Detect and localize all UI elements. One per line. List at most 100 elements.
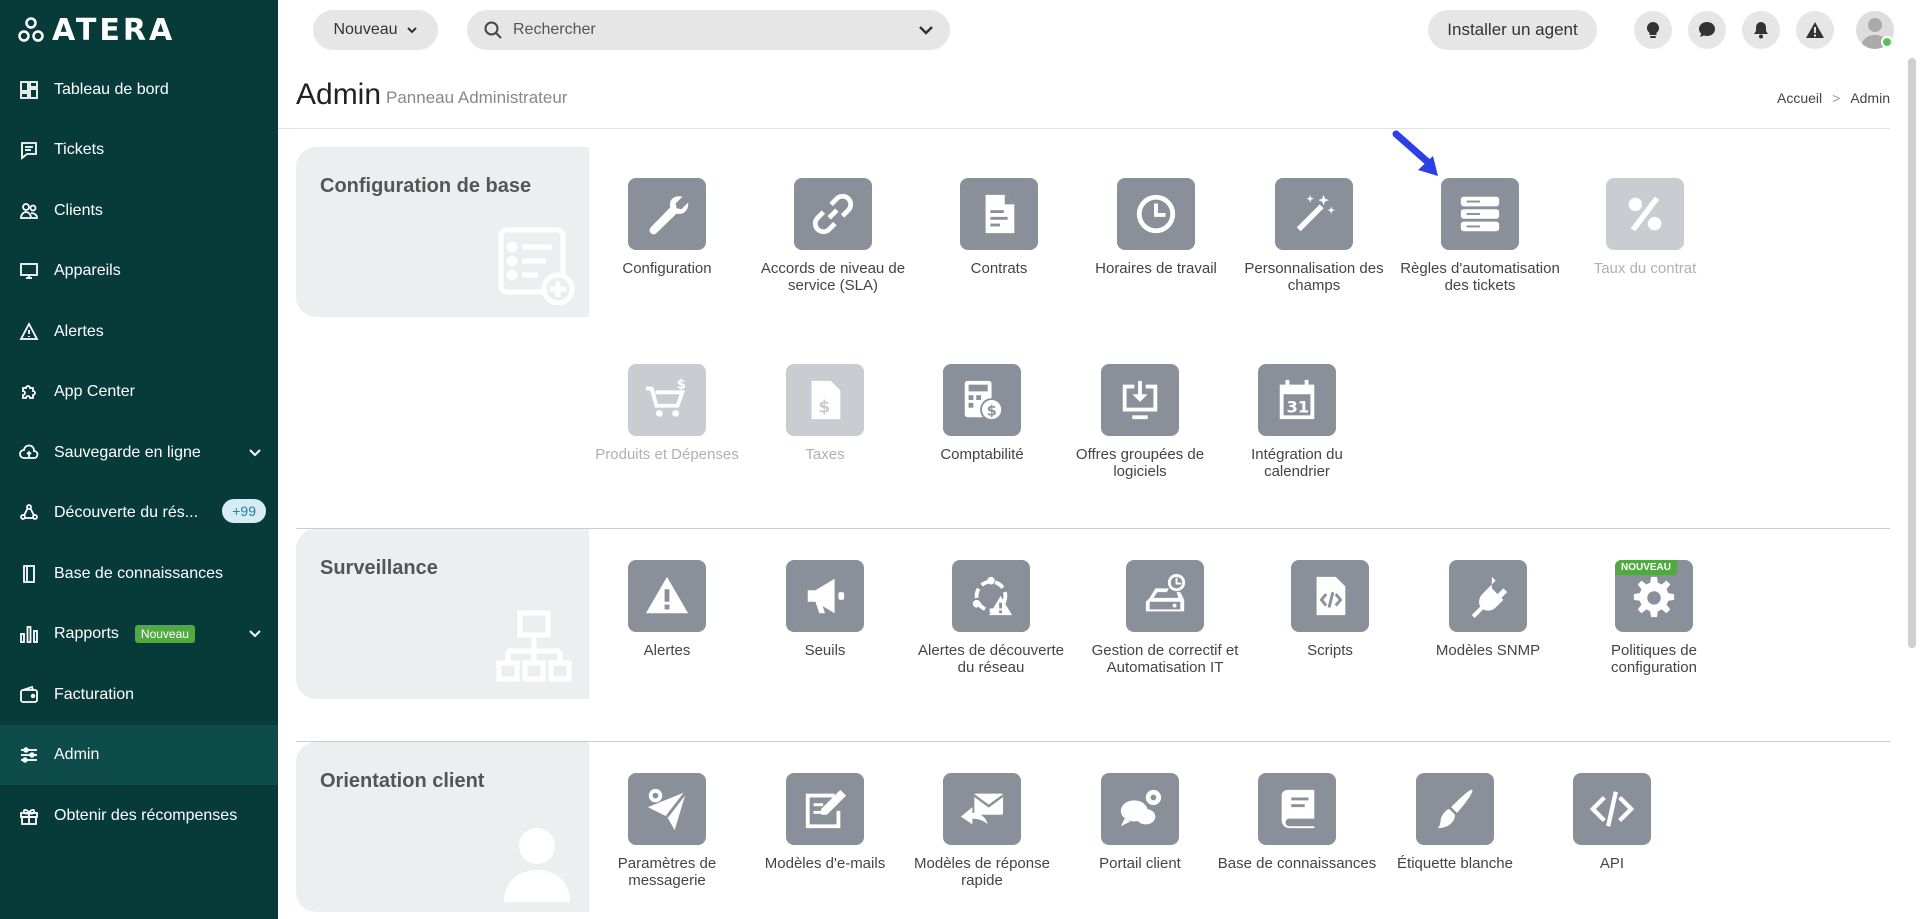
chevron-down-icon[interactable] [918, 23, 934, 37]
sidebar-item-clients[interactable]: Clients [0, 181, 278, 241]
tile-label: Base de connaissances [1217, 855, 1377, 872]
tile-client-portal[interactable]: Portail client [1060, 773, 1220, 872]
sidebar-item-devices[interactable]: Appareils [0, 241, 278, 301]
tile-field-customization[interactable]: Personnalisation des champs [1234, 178, 1394, 294]
tile-work-hours[interactable]: Horaires de travail [1076, 178, 1236, 277]
warning-icon [18, 321, 40, 343]
tile-sla[interactable]: Accords de niveau de service (SLA) [753, 178, 913, 294]
notifications-button[interactable] [1742, 11, 1780, 49]
tile-snmp-templates[interactable]: Modèles SNMP [1408, 560, 1568, 659]
tile-accounting[interactable]: $ Comptabilité [902, 364, 1062, 463]
tile-label: Seuils [804, 642, 846, 659]
edit-form-icon [786, 773, 864, 845]
search-input[interactable]: Rechercher [467, 10, 950, 50]
section-title: Surveillance [320, 557, 438, 579]
sidebar-item-label: Admin [54, 746, 100, 763]
tile-taxes[interactable]: $ Taxes [745, 364, 905, 463]
sidebar-item-dashboard[interactable]: Tableau de bord [0, 60, 278, 120]
warning-icon [628, 560, 706, 632]
tile-thresholds[interactable]: Seuils [745, 560, 905, 659]
tile-alerts[interactable]: Alertes [587, 560, 747, 659]
tile-label: Configuration [622, 260, 712, 277]
svg-text:$: $ [987, 403, 997, 419]
alerts-button[interactable] [1796, 11, 1834, 49]
sidebar-item-billing[interactable]: Facturation [0, 665, 278, 725]
tile-calendar-integration[interactable]: 31 Intégration du calendrier [1217, 364, 1377, 480]
sidebar-item-admin[interactable]: Admin [0, 725, 278, 785]
tile-label: Horaires de travail [1095, 260, 1217, 277]
lightbulb-button[interactable] [1634, 11, 1672, 49]
server-stack-icon [1441, 178, 1519, 250]
tile-contract-rate[interactable]: Taux du contrat [1565, 178, 1725, 277]
tile-network-discovery-alerts[interactable]: Alertes de découverte du réseau [911, 560, 1071, 676]
count-badge: +99 [222, 499, 266, 523]
network-tree-icon [496, 609, 572, 692]
wrench-icon [628, 178, 706, 250]
tile-scripts[interactable]: Scripts [1250, 560, 1410, 659]
tile-software-bundles[interactable]: Offres groupées de logiciels [1060, 364, 1220, 480]
download-monitor-icon [1101, 364, 1179, 436]
chevron-down-icon[interactable] [248, 626, 264, 642]
chat-button[interactable] [1688, 11, 1726, 49]
plug-icon [1449, 560, 1527, 632]
svg-text:$: $ [818, 397, 830, 417]
wallet-icon [18, 684, 40, 706]
tile-configuration[interactable]: Configuration [587, 178, 747, 277]
sidebar-item-label: Obtenir des récompenses [54, 807, 238, 824]
tile-label: Comptabilité [940, 446, 1024, 463]
tile-products-expenses[interactable]: $ Produits et Dépenses [587, 364, 747, 463]
tile-label: Règles d'automatisation des tickets [1400, 260, 1560, 294]
new-button[interactable]: Nouveau [313, 10, 438, 50]
ticket-icon [18, 139, 40, 161]
breadcrumb-home[interactable]: Accueil [1777, 90, 1822, 106]
sidebar-item-backup[interactable]: Sauvegarde en ligne [0, 423, 278, 483]
chevron-down-icon[interactable] [248, 445, 264, 461]
tile-white-label[interactable]: Étiquette blanche [1375, 773, 1535, 872]
reply-mail-icon [943, 773, 1021, 845]
chart-icon [18, 623, 40, 645]
sidebar-item-label: Appareils [54, 262, 121, 279]
install-agent-button[interactable]: Installer un agent [1428, 10, 1597, 50]
sidebar-item-alerts[interactable]: Alertes [0, 302, 278, 362]
scrollbar[interactable] [1908, 58, 1916, 648]
search-placeholder: Rechercher [513, 21, 596, 38]
atera-logo[interactable]: ATERA [18, 13, 175, 48]
sidebar-item-tickets[interactable]: Tickets [0, 120, 278, 180]
sidebar-item-app-center[interactable]: App Center [0, 362, 278, 422]
megaphone-icon [786, 560, 864, 632]
tile-messaging-settings[interactable]: Paramètres de messagerie [587, 773, 747, 889]
sidebar-item-reports[interactable]: Rapports Nouveau [0, 604, 278, 664]
monitor-icon [18, 260, 40, 282]
tile-quick-reply-templates[interactable]: Modèles de réponse rapide [902, 773, 1062, 889]
tile-label: Modèles de réponse rapide [914, 855, 1050, 889]
tile-api[interactable]: API [1532, 773, 1692, 872]
sidebar-item-label: Clients [54, 202, 103, 219]
breadcrumb-current: Admin [1850, 90, 1890, 106]
tile-ticket-automation-rules[interactable]: Règles d'automatisation des tickets [1400, 178, 1560, 294]
tile-label: Étiquette blanche [1397, 855, 1513, 872]
tile-contracts[interactable]: Contrats [919, 178, 1079, 277]
cloud-icon [18, 442, 40, 464]
tile-patch-management[interactable]: Gestion de correctif et Automatisation I… [1085, 560, 1245, 676]
tile-label: Taxes [805, 446, 845, 463]
cart-dollar-icon: $ [628, 364, 706, 436]
tile-label: Accords de niveau de service (SLA) [760, 260, 906, 294]
svg-text:$: $ [677, 378, 686, 393]
gear-icon: NOUVEAU [1615, 560, 1693, 632]
new-button-label: Nouveau [333, 21, 398, 38]
tile-label: Scripts [1307, 642, 1353, 659]
tile-configuration-policies[interactable]: NOUVEAU Politiques de configuration [1574, 560, 1734, 676]
chat-gear-icon [1101, 773, 1179, 845]
sidebar-item-rewards[interactable]: Obtenir des récompenses [0, 786, 278, 846]
sidebar-item-label: Alertes [54, 323, 104, 340]
sidebar-item-network-discovery[interactable]: Découverte du rés... +99 [0, 483, 278, 543]
tile-email-templates[interactable]: Modèles d'e-mails [745, 773, 905, 872]
section-client-orientation: Orientation client [296, 742, 589, 912]
tile-knowledge-base[interactable]: Base de connaissances [1217, 773, 1377, 872]
new-badge: NOUVEAU [1615, 560, 1678, 575]
breadcrumb-separator: > [1832, 90, 1841, 106]
book-icon [18, 563, 40, 585]
sidebar-item-label: Tickets [54, 141, 105, 158]
sidebar-item-knowledge-base[interactable]: Base de connaissances [0, 544, 278, 604]
tile-label: Modèles SNMP [1435, 642, 1541, 659]
